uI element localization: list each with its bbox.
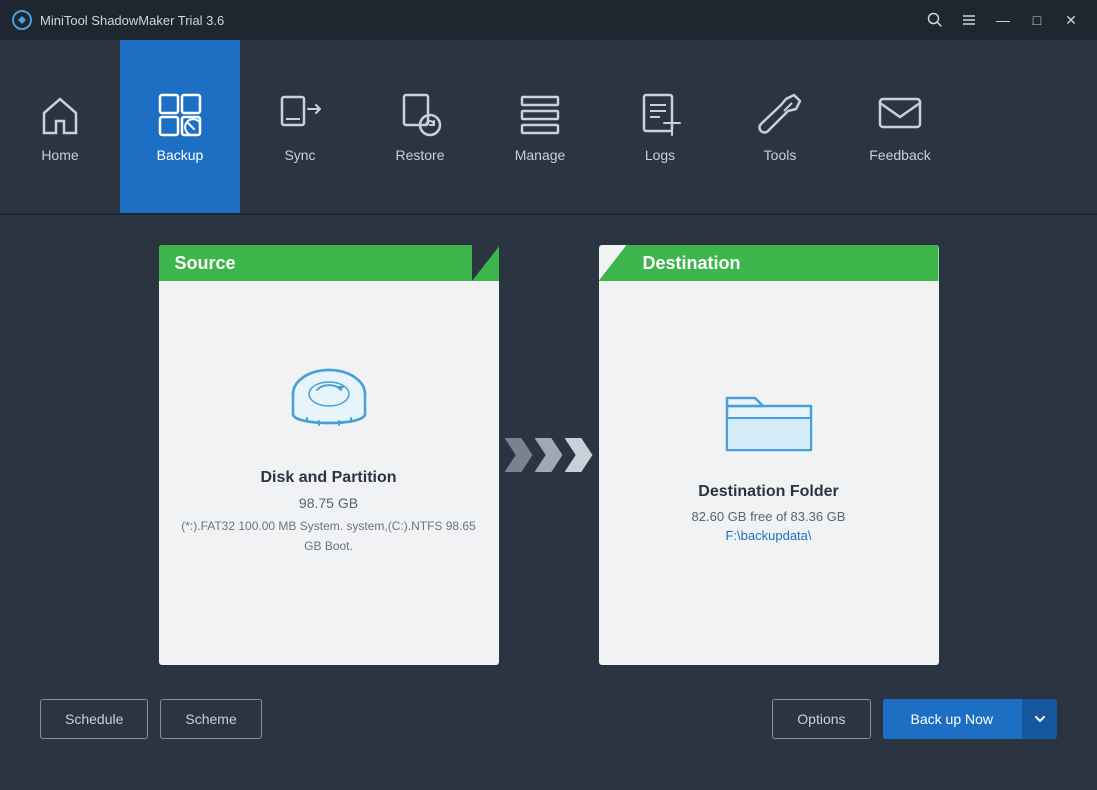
maximize-button[interactable]: □ — [1023, 6, 1051, 34]
close-button[interactable]: ✕ — [1057, 6, 1085, 34]
chevron-2 — [535, 438, 563, 472]
title-left: MiniTool ShadowMaker Trial 3.6 — [12, 10, 224, 30]
nav-bar: Home Backup Sync Restore — [0, 40, 1097, 215]
destination-path: F:\backupdata\ — [726, 528, 812, 543]
restore-icon — [396, 91, 444, 139]
cards-area: Source — [40, 245, 1057, 665]
source-card[interactable]: Source — [159, 245, 499, 665]
nav-label-sync: Sync — [284, 147, 315, 163]
title-bar: MiniTool ShadowMaker Trial 3.6 — □ ✕ — [0, 0, 1097, 40]
search-button[interactable] — [921, 6, 949, 34]
nav-item-logs[interactable]: Logs — [600, 40, 720, 213]
arrow-area — [499, 438, 599, 472]
app-logo-icon — [12, 10, 32, 30]
backup-now-dropdown-button[interactable] — [1021, 699, 1057, 739]
source-header: Source — [159, 245, 499, 281]
title-controls: — □ ✕ — [921, 6, 1085, 34]
backup-icon — [156, 91, 204, 139]
source-title: Disk and Partition — [260, 469, 396, 487]
nav-label-backup: Backup — [157, 147, 204, 163]
source-detail: (*:).FAT32 100.00 MB System. system,(C:)… — [159, 517, 499, 555]
nav-label-feedback: Feedback — [869, 147, 930, 163]
destination-title: Destination Folder — [698, 483, 838, 501]
tools-icon — [756, 91, 804, 139]
menu-icon — [961, 12, 977, 28]
nav-item-manage[interactable]: Manage — [480, 40, 600, 213]
manage-icon — [516, 91, 564, 139]
nav-label-logs: Logs — [645, 147, 675, 163]
nav-label-home: Home — [41, 147, 78, 163]
bottom-bar: Schedule Scheme Options Back up Now — [0, 685, 1097, 753]
source-size: 98.75 GB — [299, 495, 358, 511]
feedback-icon — [876, 91, 924, 139]
bottom-left: Schedule Scheme — [40, 699, 262, 739]
destination-free: 82.60 GB free of 83.36 GB — [692, 509, 846, 524]
menu-button[interactable] — [955, 6, 983, 34]
nav-label-tools: Tools — [764, 147, 797, 163]
minimize-button[interactable]: — — [989, 6, 1017, 34]
search-icon — [927, 12, 943, 28]
backup-now-button[interactable]: Back up Now — [883, 699, 1021, 739]
source-header-label: Source — [175, 253, 236, 274]
main-content: Source — [0, 215, 1097, 685]
bottom-right: Options Back up Now — [772, 699, 1057, 739]
destination-header-label: Destination — [643, 253, 741, 274]
app-title: MiniTool ShadowMaker Trial 3.6 — [40, 13, 224, 28]
nav-item-restore[interactable]: Restore — [360, 40, 480, 213]
disk-icon — [279, 364, 379, 449]
destination-card[interactable]: Destination Destination Folder 82.60 GB … — [599, 245, 939, 665]
nav-item-feedback[interactable]: Feedback — [840, 40, 960, 213]
nav-label-manage: Manage — [515, 147, 566, 163]
nav-item-home[interactable]: Home — [0, 40, 120, 213]
nav-item-sync[interactable]: Sync — [240, 40, 360, 213]
logs-icon — [636, 91, 684, 139]
nav-item-backup[interactable]: Backup — [120, 40, 240, 213]
nav-item-tools[interactable]: Tools — [720, 40, 840, 213]
chevron-down-icon — [1033, 712, 1047, 726]
chevron-1 — [505, 438, 533, 472]
schedule-button[interactable]: Schedule — [40, 699, 148, 739]
folder-icon — [719, 378, 819, 463]
scheme-button[interactable]: Scheme — [160, 699, 261, 739]
options-button[interactable]: Options — [772, 699, 870, 739]
chevron-3 — [565, 438, 593, 472]
home-icon — [36, 91, 84, 139]
nav-label-restore: Restore — [395, 147, 444, 163]
chevrons — [505, 438, 593, 472]
destination-header: Destination — [599, 245, 939, 281]
sync-icon — [276, 91, 324, 139]
